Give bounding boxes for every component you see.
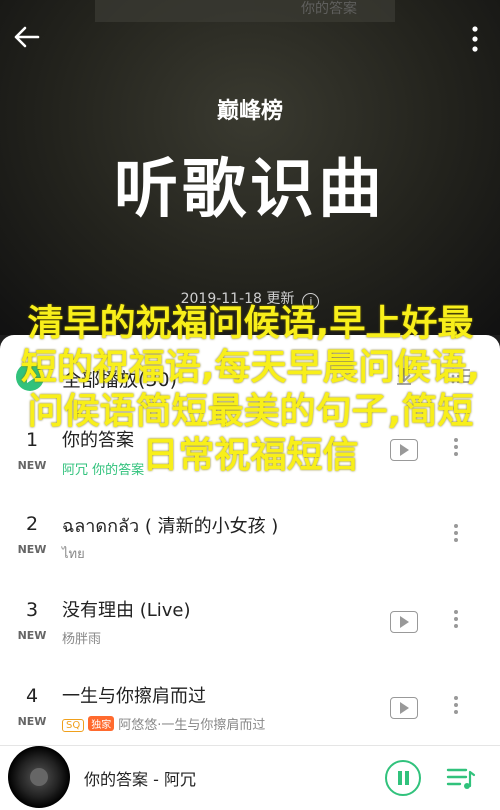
more-vertical-icon[interactable] [466, 24, 484, 54]
more-vertical-icon[interactable] [454, 693, 460, 717]
song-row-3[interactable]: 3 NEW 没有理由 (Live) 杨胖雨 [0, 587, 500, 673]
back-arrow-icon[interactable] [10, 20, 44, 54]
song-rank: 3 [25, 599, 39, 621]
more-vertical-icon[interactable] [454, 521, 460, 545]
exclusive-badge: 独家 [88, 716, 115, 731]
mini-player[interactable]: 你的答案 - 阿冗 [0, 745, 500, 810]
song-title: 没有理由 (Live) [62, 600, 191, 621]
song-artist: 阿悠悠·一生与你擦肩而过 [118, 718, 266, 733]
cover-art-text: 你的答案 [301, 1, 357, 17]
svg-text:巅峰榜: 巅峰榜 [217, 98, 283, 124]
sq-badge: SQ [62, 719, 85, 732]
album-disc[interactable] [8, 746, 70, 808]
new-tag: NEW [17, 543, 47, 556]
cover-art-strip: 你的答案 [95, 0, 395, 22]
new-tag: NEW [17, 629, 47, 642]
song-row-2[interactable]: 2 NEW ฉลาดกลัว ( 清新的小女孩 ) ไทย [0, 501, 500, 587]
song-chart-page: 你的答案 巅峰榜 听歌识曲 2019-11-18 更新 i 全部播放(30) 1… [0, 0, 500, 810]
mv-icon[interactable] [390, 697, 418, 719]
song-artist-line: SQ 独家 阿悠悠·一生与你擦肩而过 [62, 714, 265, 733]
peak-chart-logo: 巅峰榜 [217, 98, 283, 124]
song-rank: 2 [25, 513, 39, 535]
overlay-caption: 清早的祝福问候语,早上好最短的祝福语,每天早晨问候语,问候语简短最美的句子,简短… [20, 303, 481, 476]
playlist-icon[interactable] [446, 766, 476, 792]
song-artist: 杨胖雨 [62, 632, 102, 647]
new-tag: NEW [17, 715, 47, 728]
song-artist: ไทย [62, 547, 85, 562]
chart-hero-banner: 你的答案 巅峰榜 听歌识曲 2019-11-18 更新 i [0, 0, 500, 335]
more-vertical-icon[interactable] [454, 607, 460, 631]
song-title: ฉลาดกลัว ( 清新的小女孩 ) [62, 516, 279, 537]
page-title: 听歌识曲 [114, 153, 386, 227]
now-playing-title[interactable]: 你的答案 - 阿冗 [84, 766, 196, 790]
mv-icon[interactable] [390, 611, 418, 633]
pause-icon[interactable] [385, 760, 421, 796]
song-rank: 4 [25, 685, 39, 707]
song-title: 一生与你擦肩而过 [62, 686, 206, 707]
